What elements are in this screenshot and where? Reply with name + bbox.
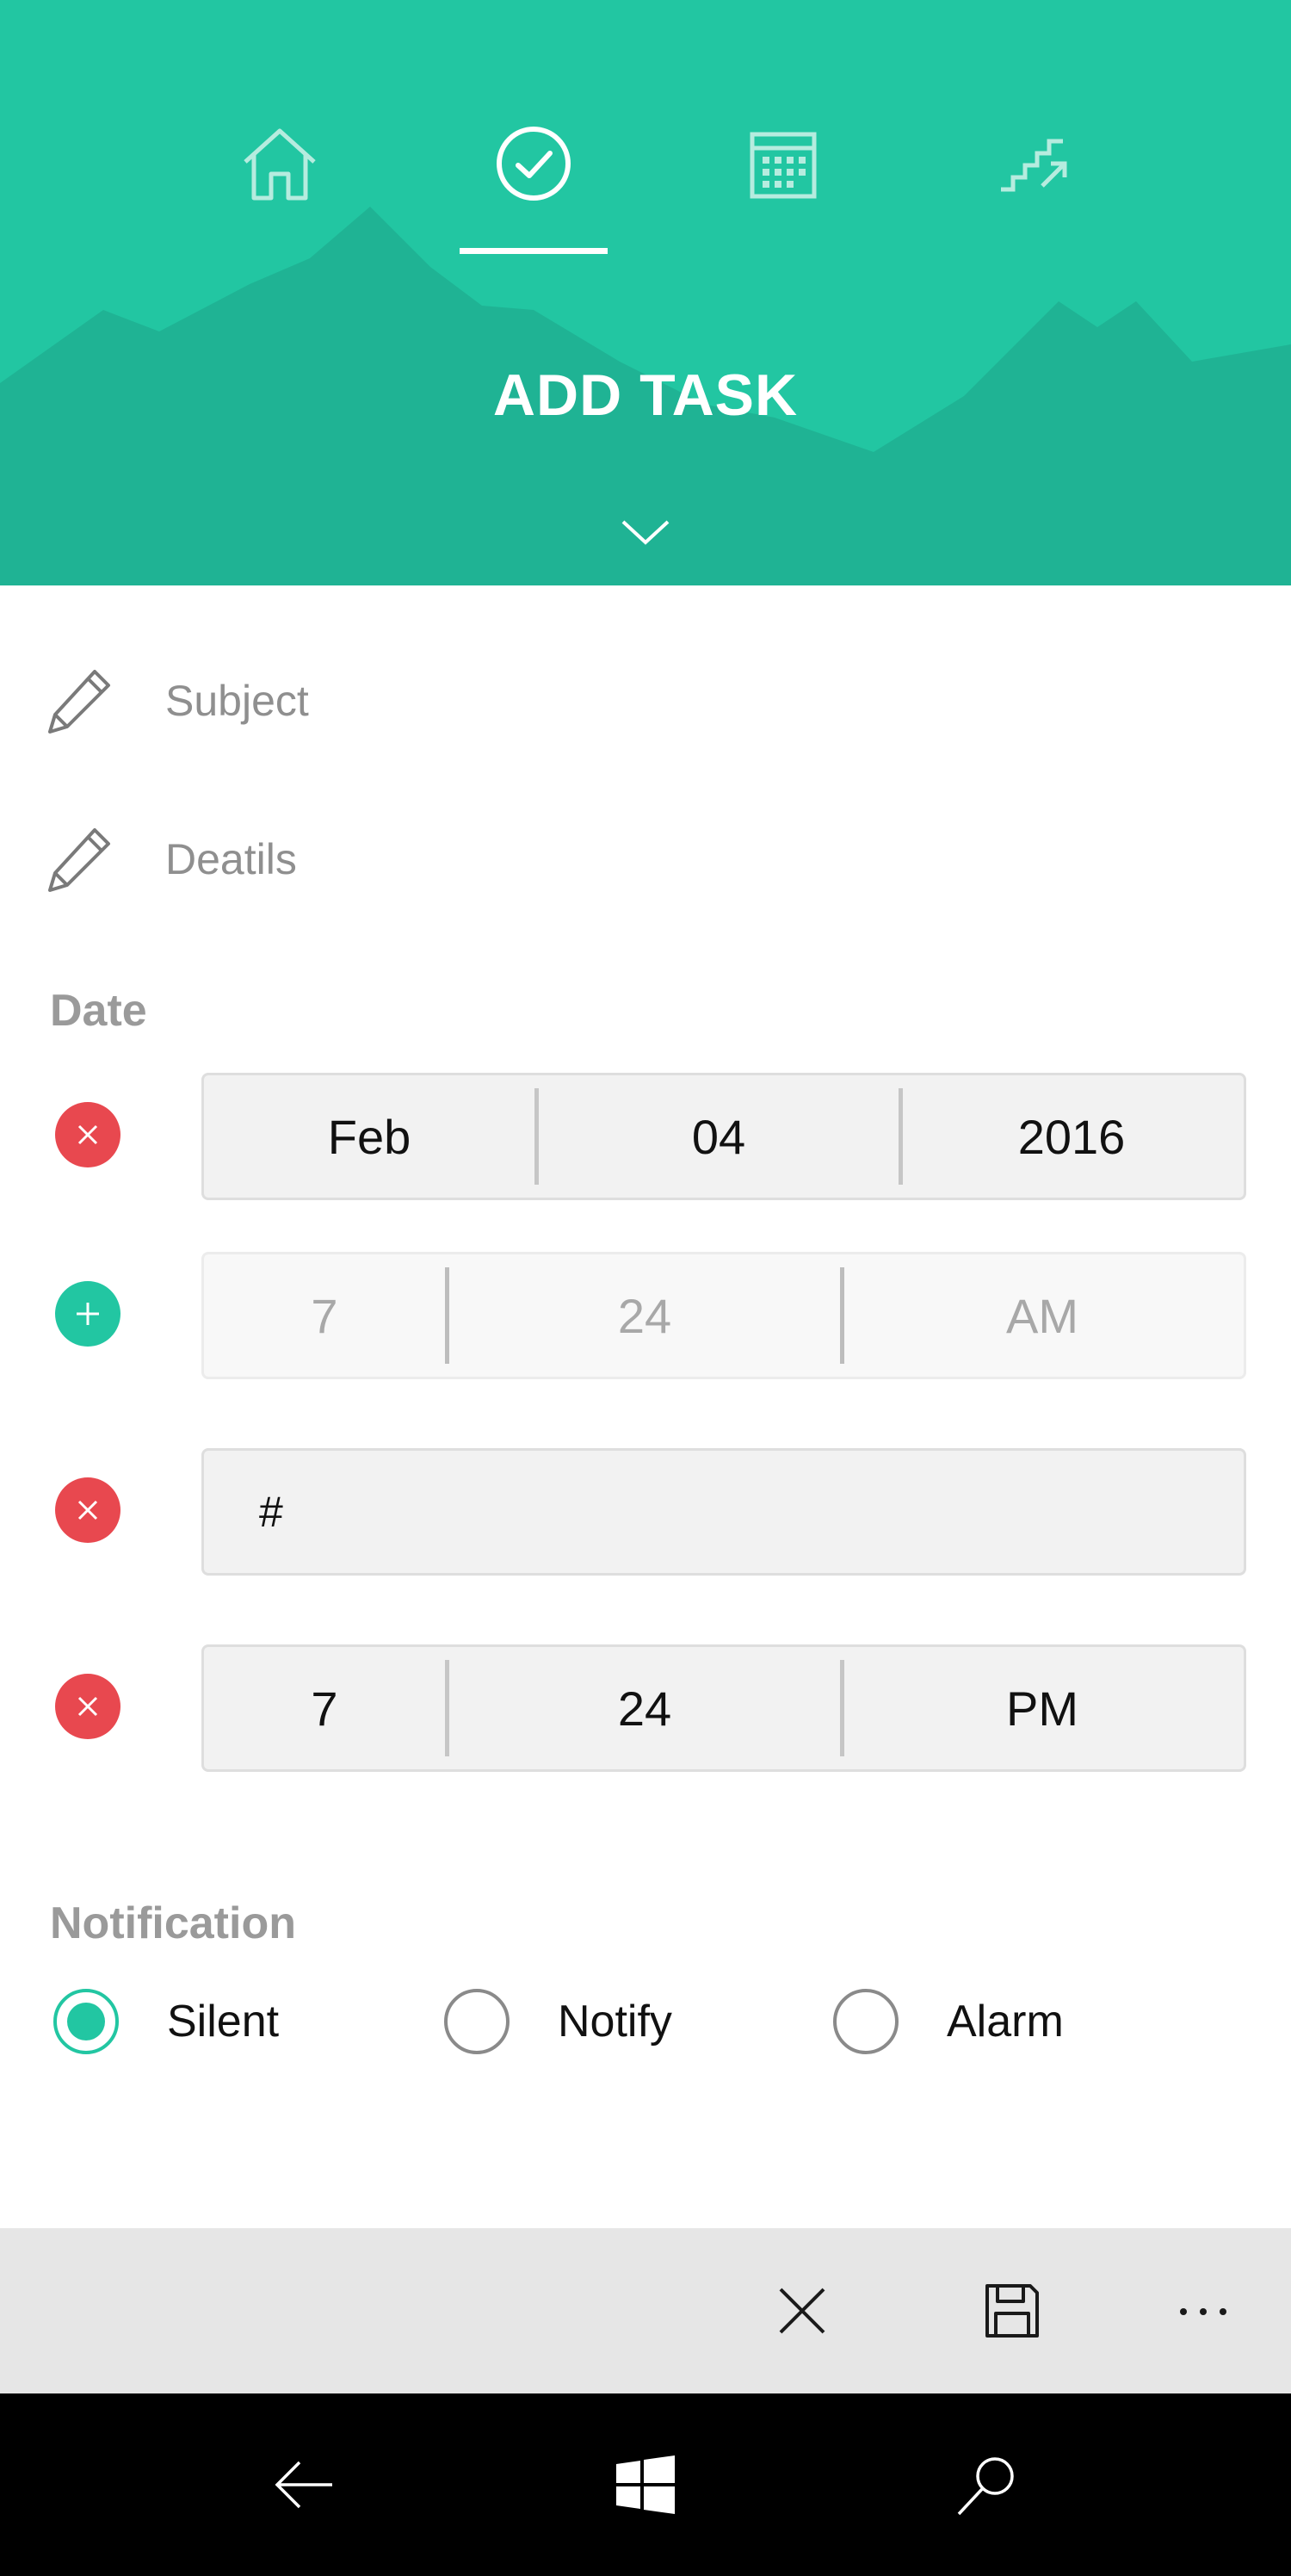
radio-notify[interactable]: Notify	[444, 1989, 672, 2054]
windows-icon	[616, 2455, 675, 2514]
date-section-label: Date	[50, 986, 147, 1036]
radio-silent[interactable]: Silent	[53, 1989, 279, 2054]
more-icon	[1180, 2308, 1226, 2315]
start-button[interactable]	[594, 2433, 697, 2536]
details-field[interactable]: Deatils	[43, 816, 1248, 902]
chevron-down-icon[interactable]	[618, 515, 673, 549]
pencil-icon	[48, 828, 110, 892]
more-button[interactable]	[1152, 2259, 1255, 2362]
remove-time-button[interactable]	[55, 1674, 120, 1739]
active-tab-indicator	[460, 248, 608, 254]
cancel-button[interactable]	[751, 2259, 854, 2362]
tab-bar	[0, 121, 1291, 267]
radio-silent-label: Silent	[167, 1997, 280, 2047]
remove-tag-button[interactable]	[55, 1477, 120, 1543]
tag-input[interactable]: #	[201, 1448, 1246, 1576]
plus-icon	[77, 1303, 99, 1325]
minute-selector[interactable]: 24	[449, 1647, 840, 1769]
remove-date-button[interactable]	[55, 1102, 120, 1167]
stairs-arrow-icon	[1001, 139, 1067, 192]
tab-calendar[interactable]	[710, 121, 856, 267]
time-picker[interactable]: 7 24 PM	[201, 1644, 1246, 1772]
date-picker[interactable]: Feb 04 2016	[201, 1073, 1246, 1200]
calendar-icon	[750, 132, 817, 199]
notification-section-label: Notification	[50, 1898, 296, 1948]
app-bar	[0, 2228, 1291, 2393]
minute-selector[interactable]: 24	[449, 1254, 840, 1377]
page-title: ADD TASK	[492, 362, 799, 428]
radio-notify-label: Notify	[558, 1997, 672, 2047]
close-icon	[77, 1696, 98, 1717]
save-button[interactable]	[961, 2259, 1064, 2362]
pencil-icon	[48, 670, 110, 734]
radio-ring	[444, 1989, 510, 2054]
radio-alarm-label: Alarm	[947, 1997, 1064, 2047]
tab-stats[interactable]	[962, 121, 1109, 267]
subject-placeholder: Subject	[165, 677, 309, 725]
radio-alarm[interactable]: Alarm	[833, 1989, 1064, 2054]
header: ADD TASK	[0, 0, 1291, 585]
year-selector[interactable]: 2016	[903, 1075, 1240, 1198]
subject-field[interactable]: Subject	[43, 658, 1248, 744]
close-icon	[77, 1500, 98, 1520]
add-time-button[interactable]	[55, 1281, 120, 1347]
close-icon	[779, 2288, 825, 2334]
search-icon	[957, 2457, 1014, 2516]
system-navigation-bar	[0, 2393, 1291, 2576]
day-selector[interactable]: 04	[539, 1075, 899, 1198]
tab-tasks[interactable]	[460, 121, 607, 267]
period-selector[interactable]: PM	[844, 1647, 1240, 1769]
back-button[interactable]	[255, 2433, 358, 2536]
period-selector[interactable]: AM	[844, 1254, 1240, 1377]
back-arrow-icon	[275, 2461, 332, 2509]
home-icon	[244, 128, 316, 201]
close-icon	[77, 1124, 98, 1145]
radio-ring	[53, 1989, 119, 2054]
mountain-background	[0, 207, 1291, 585]
radio-ring	[833, 1989, 899, 2054]
search-button[interactable]	[935, 2433, 1038, 2536]
hour-selector[interactable]: 7	[204, 1647, 445, 1769]
details-placeholder: Deatils	[165, 835, 297, 883]
radio-dot	[67, 2003, 105, 2040]
save-icon	[985, 2284, 1039, 2338]
start-time-picker[interactable]: 7 24 AM	[201, 1252, 1246, 1379]
check-circle-icon	[497, 127, 571, 201]
hour-selector[interactable]: 7	[204, 1254, 445, 1377]
tab-home[interactable]	[207, 121, 353, 267]
month-selector[interactable]: Feb	[204, 1075, 534, 1198]
